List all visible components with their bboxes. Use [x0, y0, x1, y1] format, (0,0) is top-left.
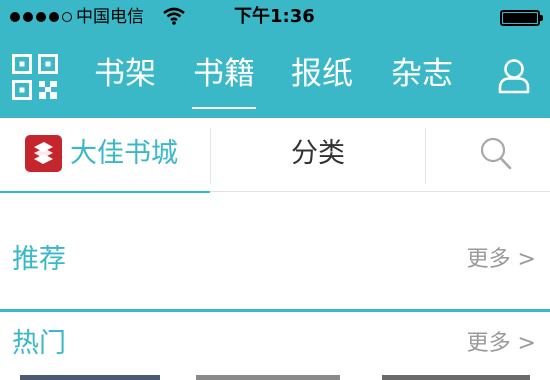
user-icon[interactable]: [498, 58, 530, 94]
active-subtab-indicator: [0, 191, 210, 193]
nav-tab-bookshelf[interactable]: 书架: [94, 54, 156, 94]
sub-tab-bar: 大佳书城 分类: [0, 118, 550, 193]
top-bar: 中国电信 下午1:36 书架 书籍 报纸 杂志: [0, 0, 550, 118]
status-time: 下午1:36: [234, 6, 315, 27]
battery-icon: [500, 10, 543, 26]
more-link[interactable]: 更多 >: [467, 246, 536, 274]
active-tab-indicator: [192, 107, 256, 109]
tab-book-store[interactable]: 大佳书城: [0, 118, 210, 193]
search-icon: [480, 137, 512, 170]
book-cover-thumbnail[interactable]: [20, 375, 160, 380]
nav-tab-books[interactable]: 书籍: [193, 54, 255, 94]
signal-dot: [23, 12, 33, 22]
book-cover-thumbnail[interactable]: [382, 375, 530, 380]
more-link[interactable]: 更多 >: [467, 330, 536, 358]
tab-categories-label: 分类: [291, 138, 345, 169]
book-cover-thumbnail[interactable]: [196, 375, 340, 380]
nav-tab-newspapers[interactable]: 报纸: [291, 54, 353, 94]
main-nav: 书架 书籍 报纸 杂志: [0, 34, 550, 118]
signal-dot: [36, 12, 46, 22]
section-popular: 热门 更多 >: [0, 312, 550, 380]
status-bar: 中国电信 下午1:36: [0, 0, 550, 34]
section-title: 推荐: [12, 244, 66, 275]
signal-dot: [62, 12, 72, 22]
search-button[interactable]: [426, 118, 550, 192]
section-recommended: 推荐 更多 >: [0, 228, 550, 300]
signal-dot: [49, 12, 59, 22]
signal-dot: [10, 12, 20, 22]
section-title: 热门: [12, 328, 66, 359]
qr-code-icon[interactable]: [12, 54, 58, 100]
tab-book-store-label: 大佳书城: [70, 138, 178, 169]
store-logo-icon: [25, 135, 62, 172]
wifi-icon: [163, 7, 185, 25]
tab-categories[interactable]: 分类: [211, 118, 425, 192]
signal-strength-icon: [10, 12, 72, 23]
carrier-name: 中国电信: [76, 7, 144, 27]
nav-tab-magazines[interactable]: 杂志: [391, 54, 453, 94]
